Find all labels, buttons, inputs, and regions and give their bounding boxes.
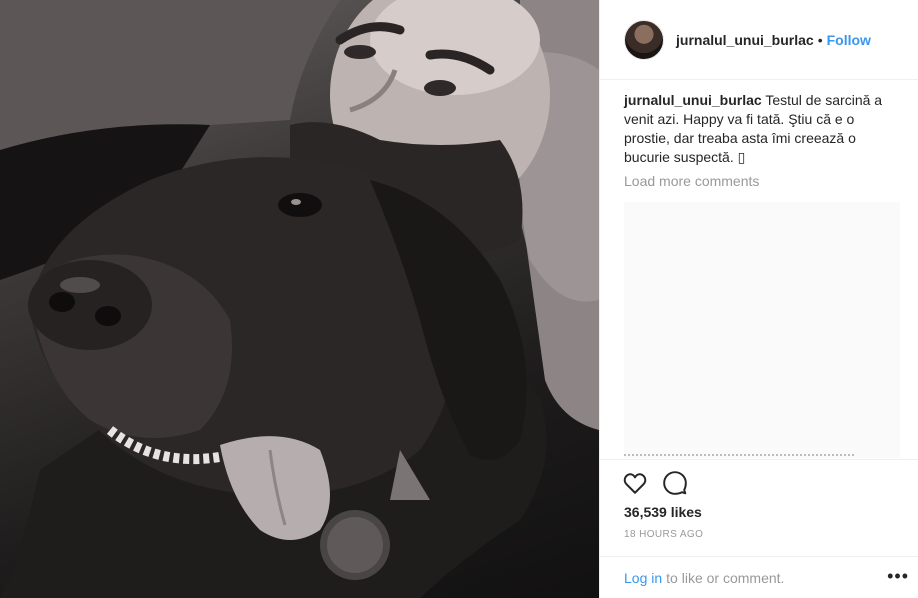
photo-illustration xyxy=(0,0,599,598)
post-photo[interactable] xyxy=(0,0,599,598)
comment-placeholder xyxy=(624,454,854,458)
login-prompt-text: to like or comment. xyxy=(666,569,785,586)
post-actions: 36,539 likes 18 HOURS AGO Log in to like… xyxy=(600,459,918,597)
avatar[interactable] xyxy=(624,19,664,60)
more-options-icon[interactable]: ••• xyxy=(887,567,909,585)
load-more-comments-button[interactable]: Load more comments xyxy=(624,173,759,189)
post-timestamp: 18 HOURS AGO xyxy=(624,529,704,540)
caption-username[interactable]: jurnalul_unui_burlac xyxy=(624,92,762,108)
login-prompt: Log in to like or comment. ••• xyxy=(600,556,918,598)
post-header: jurnalul_unui_burlac • Follow xyxy=(600,0,918,80)
login-link[interactable]: Log in xyxy=(624,570,662,586)
post-caption: jurnalul_unui_burlac Testul de sarcină a… xyxy=(624,91,886,167)
header-separator: • xyxy=(817,31,823,48)
heart-icon[interactable] xyxy=(622,470,648,496)
comment-icon[interactable] xyxy=(662,470,688,496)
instagram-post: jurnalul_unui_burlac • Follow jurnalul_u… xyxy=(0,0,918,598)
follow-button[interactable]: Follow xyxy=(827,32,871,48)
header-username[interactable]: jurnalul_unui_burlac xyxy=(676,32,814,48)
action-icons xyxy=(622,470,688,496)
likes-count[interactable]: 36,539 likes xyxy=(624,504,702,520)
comments-list[interactable] xyxy=(624,202,900,458)
post-sidebar: jurnalul_unui_burlac • Follow jurnalul_u… xyxy=(599,0,918,598)
